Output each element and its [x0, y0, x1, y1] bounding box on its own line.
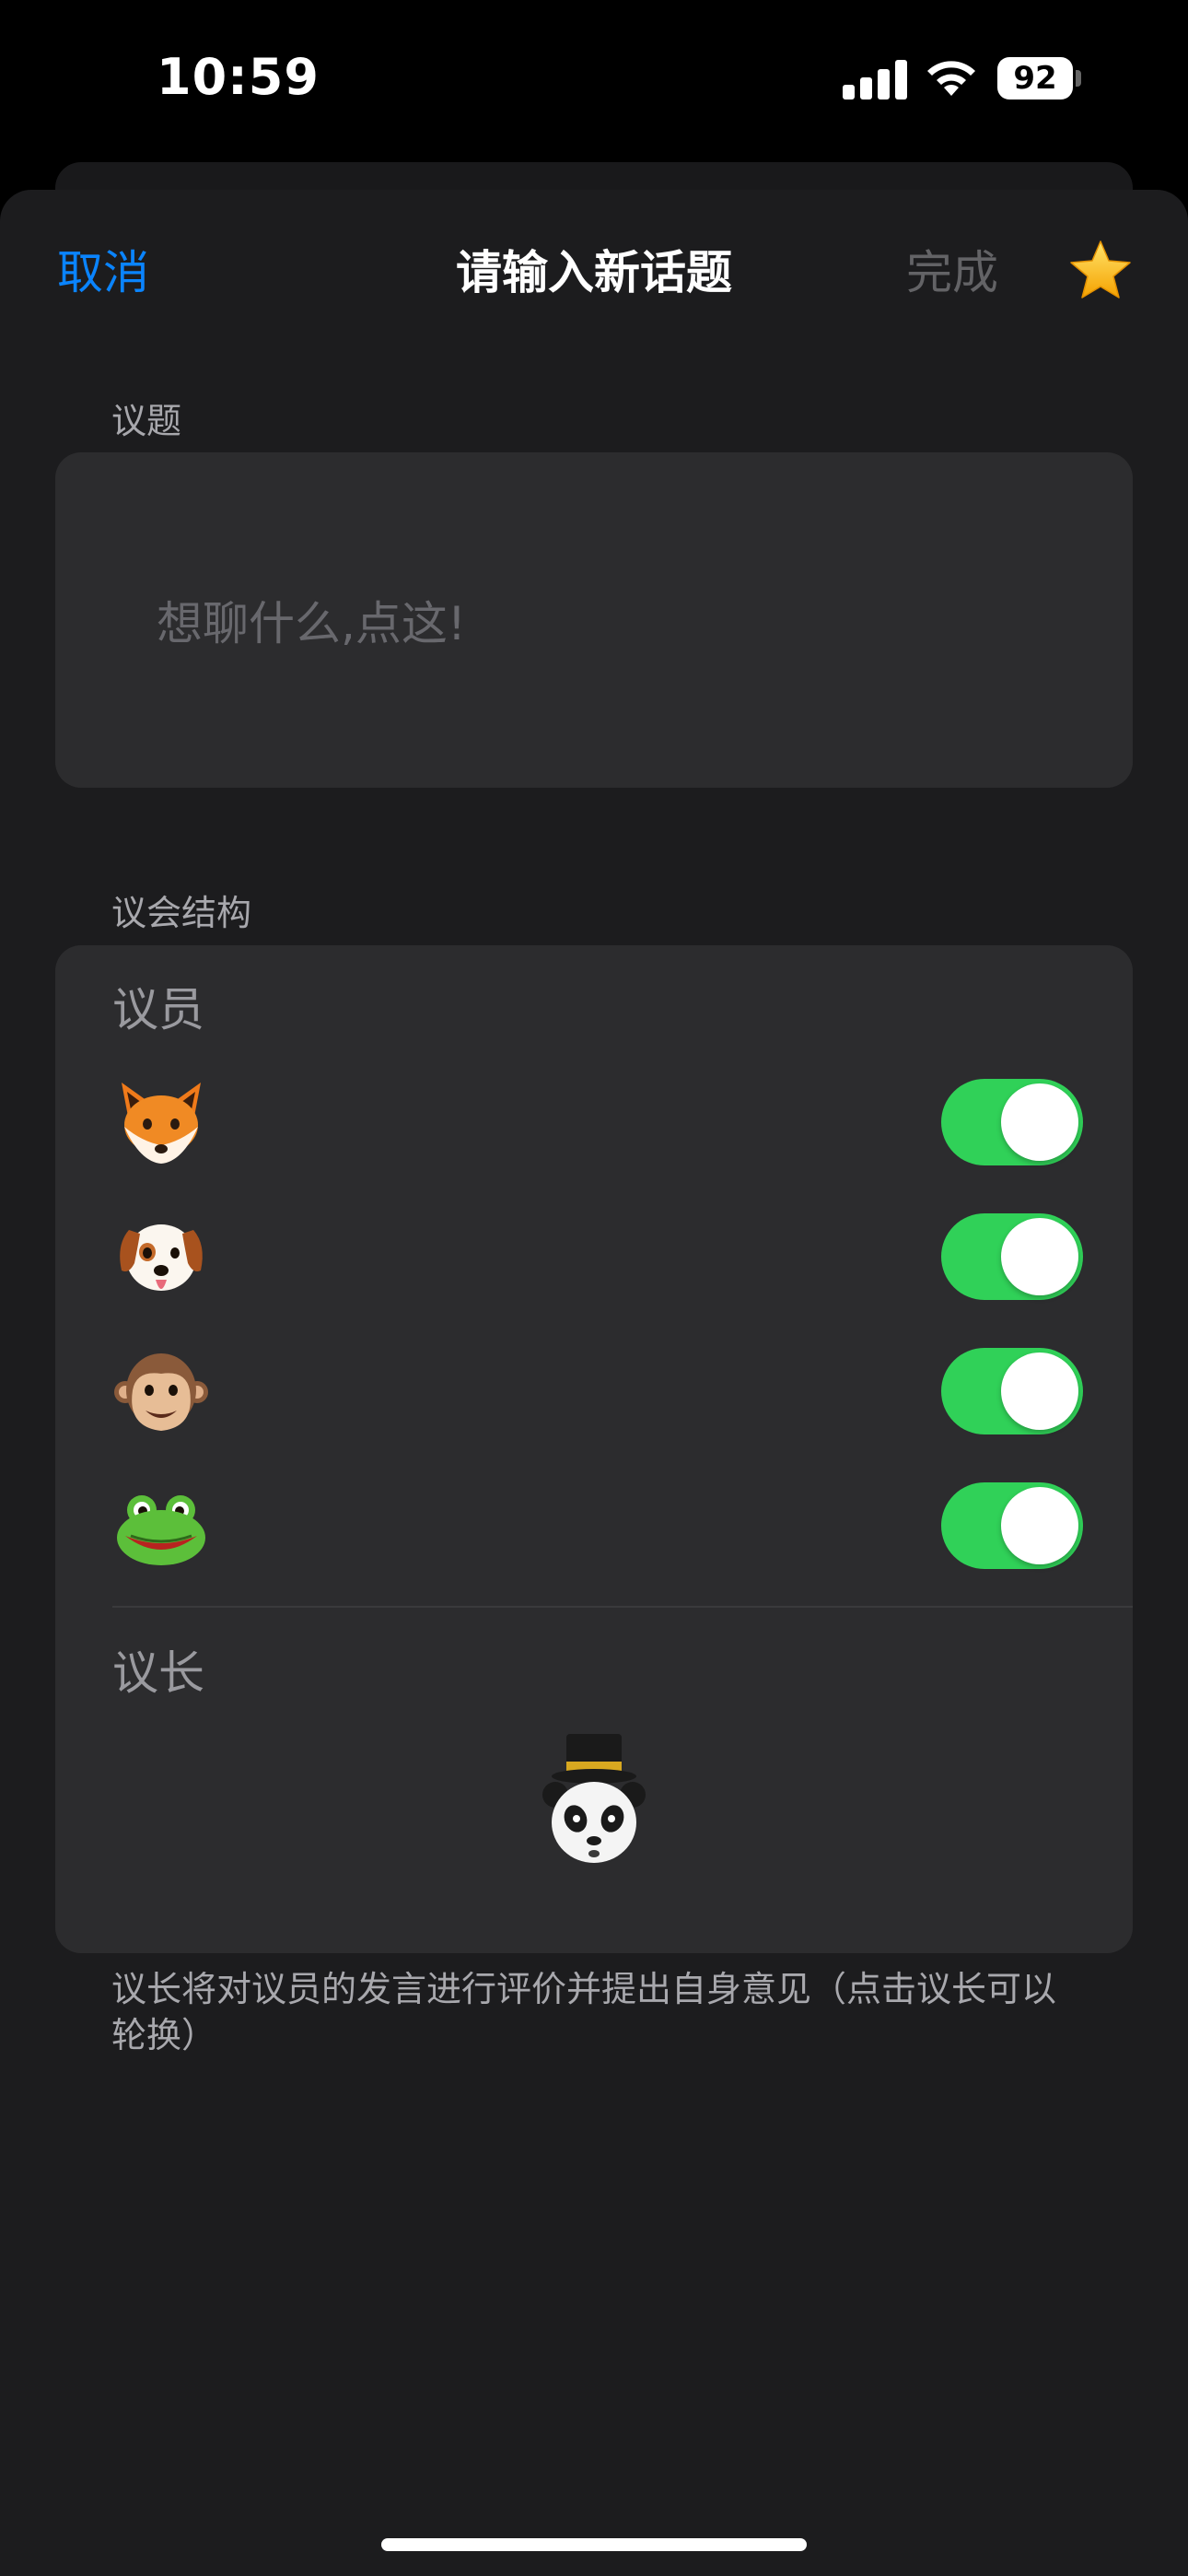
- topic-input[interactable]: [155, 591, 1042, 657]
- chair-title: 议长: [112, 1646, 204, 1700]
- topic-section-label: 议题: [111, 401, 182, 441]
- done-button[interactable]: 完成: [906, 236, 998, 302]
- home-indicator[interactable]: [381, 2538, 807, 2551]
- status-time: 10:59: [157, 48, 320, 106]
- sheet-title: 请输入新话题: [456, 246, 732, 299]
- structure-card: 议员 议长: [55, 945, 1133, 1953]
- cancel-button[interactable]: 取消: [57, 236, 149, 302]
- topic-card: [55, 452, 1133, 788]
- cellular-signal-icon: [843, 59, 907, 100]
- member-toggle-dog[interactable]: [941, 1213, 1083, 1300]
- member-toggle-frog[interactable]: [941, 1482, 1083, 1569]
- toggle-knob: [1001, 1218, 1078, 1295]
- structure-section-label: 议会结构: [111, 893, 252, 933]
- member-toggle-monkey[interactable]: [941, 1348, 1083, 1434]
- monkey-icon: [114, 1353, 208, 1431]
- frog-icon: [117, 1495, 205, 1565]
- members-title: 议员: [112, 983, 204, 1036]
- app-screen: 10:59 92 请输入新话题 取消 完成 议题 议会结构 议员: [0, 0, 1188, 2576]
- wifi-icon: [927, 61, 975, 96]
- battery-cap: [1076, 70, 1081, 87]
- star-icon[interactable]: [1068, 238, 1133, 302]
- battery-indicator: 92: [997, 57, 1073, 100]
- toggle-knob: [1001, 1487, 1078, 1564]
- member-toggle-fox[interactable]: [941, 1079, 1083, 1165]
- member-row-fox: [55, 1057, 1133, 1177]
- panda-top-hat-icon[interactable]: [539, 1734, 649, 1872]
- member-row-dog: [55, 1191, 1133, 1311]
- member-row-frog: [55, 1460, 1133, 1580]
- member-row-monkey: [55, 1326, 1133, 1446]
- fox-icon: [122, 1083, 201, 1164]
- toggle-knob: [1001, 1352, 1078, 1430]
- section-divider: [112, 1606, 1133, 1608]
- chair-footnote: 议长将对议员的发言进行评价并提出自身意见（点击议长可以轮换）: [111, 1969, 1057, 2055]
- toggle-knob: [1001, 1083, 1078, 1161]
- dog-icon: [120, 1224, 203, 1291]
